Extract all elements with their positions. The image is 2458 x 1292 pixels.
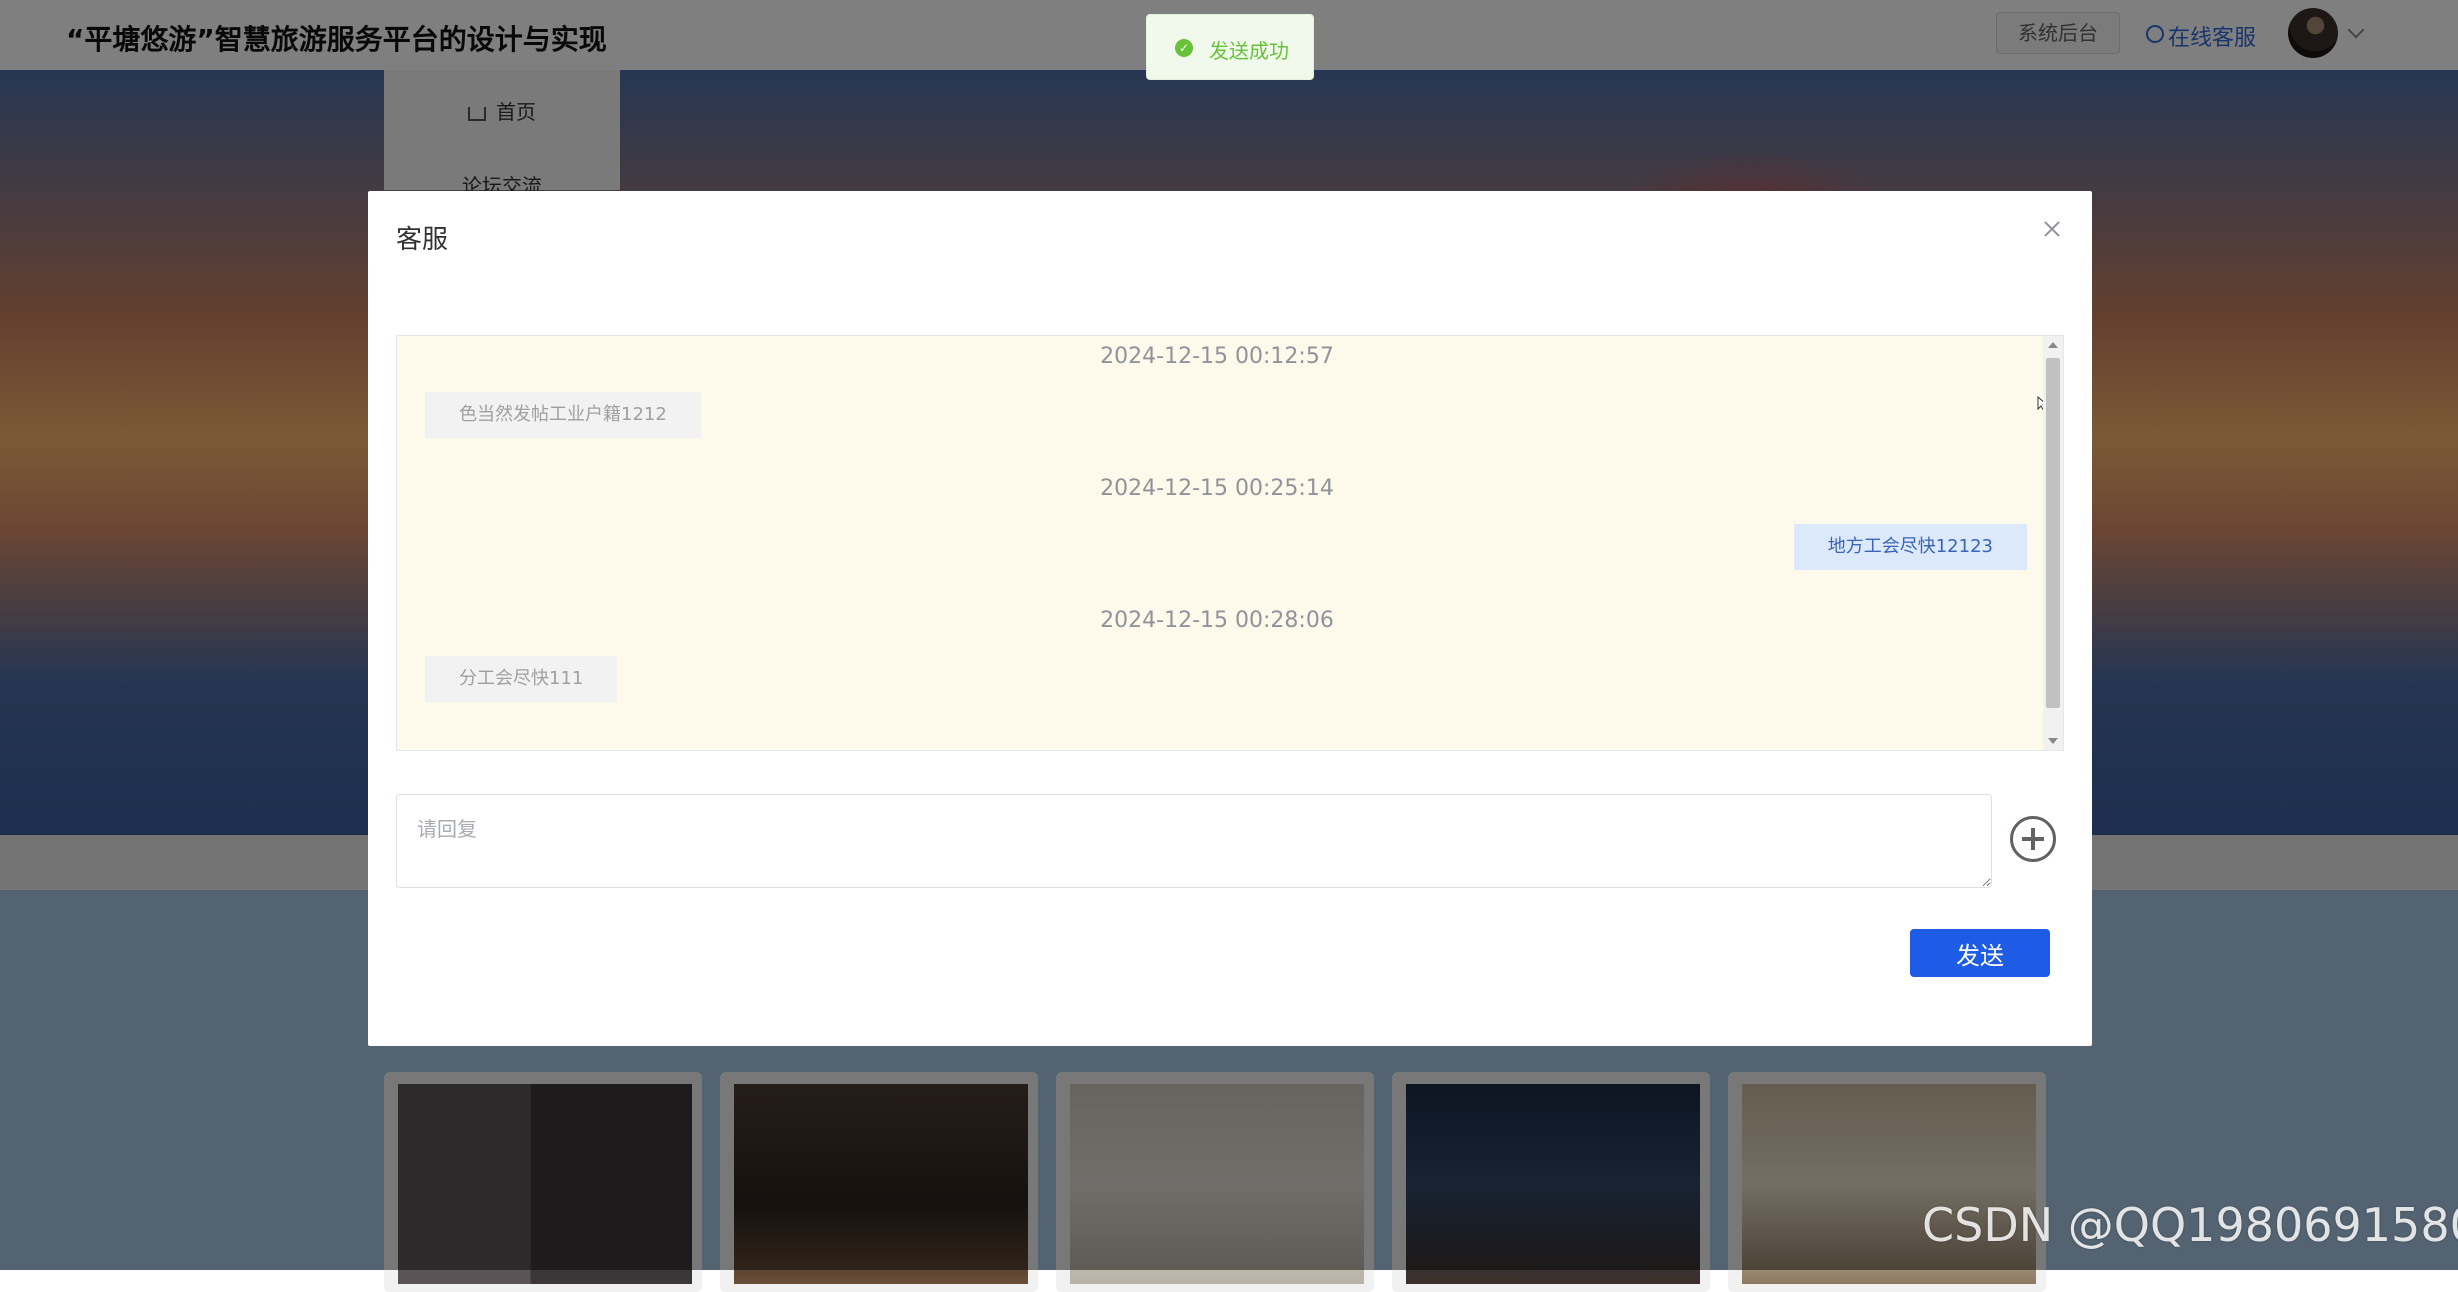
add-attachment-icon[interactable] [2010,816,2056,862]
toast-message: 发送成功 [1209,39,1289,63]
message-bubble-received: 色当然发帖工业户籍1212 [425,392,701,438]
scroll-up-icon[interactable] [2048,342,2058,348]
check-circle-icon: ✓ [1175,39,1193,57]
close-icon[interactable] [2040,217,2064,241]
message-bubble-received: 分工会尽快111 [425,656,618,702]
message-bubble-sent: 地方工会尽快12123 [1793,524,2027,570]
send-button[interactable]: 发送 [1910,929,2050,977]
message-timestamp: 2024-12-15 00:25:14 [1100,476,1334,501]
watermark: CSDN @QQ1980691580 [1922,1198,2458,1252]
dialog-title: 客服 [396,225,449,255]
scroll-thumb[interactable] [2046,358,2060,708]
scroll-down-icon[interactable] [2048,738,2058,744]
message-timestamp: 2024-12-15 00:12:57 [1100,344,1334,369]
customer-service-dialog: 客服 2024-12-15 00:12:57 色当然发帖工业户籍1212 202… [368,191,2092,1046]
chat-scrollbar[interactable] [2043,336,2063,750]
page: “平塘悠游”智慧旅游服务平台的设计与实现 系统后台 在线客服 首页 论坛交流 ✓… [0,0,2458,1292]
success-toast: ✓ 发送成功 [1146,14,1314,80]
chat-history[interactable]: 2024-12-15 00:12:57 色当然发帖工业户籍1212 2024-1… [396,335,2064,751]
reply-input[interactable] [396,794,1992,888]
message-timestamp: 2024-12-15 00:28:06 [1100,608,1334,633]
